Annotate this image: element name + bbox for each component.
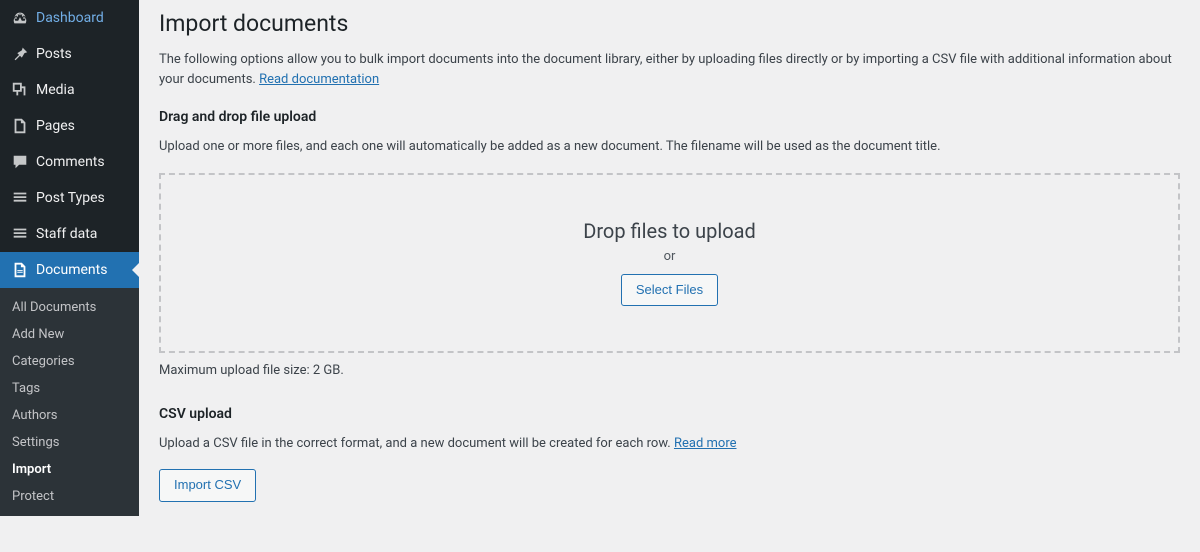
sidebar-item-post-tables[interactable]: Post Tables (0, 516, 139, 552)
submenu-import[interactable]: Import (0, 456, 139, 483)
submenu-add-new[interactable]: Add New (0, 321, 139, 348)
comment-icon (10, 152, 30, 172)
submenu-authors[interactable]: Authors (0, 402, 139, 429)
dashboard-icon (10, 8, 30, 28)
sidebar-item-label: Post Types (36, 189, 105, 207)
submenu-categories[interactable]: Categories (0, 348, 139, 375)
media-icon (10, 80, 30, 100)
file-dropzone[interactable]: Drop files to upload or Select Files (159, 173, 1180, 353)
list-icon (10, 224, 30, 244)
page-icon (10, 116, 30, 136)
pin-icon (10, 44, 30, 64)
sidebar-item-label: Staff data (36, 225, 97, 243)
sidebar-item-posts[interactable]: Posts (0, 36, 139, 72)
sidebar-item-label: Comments (36, 153, 105, 171)
dropzone-or-text: or (664, 249, 676, 264)
csv-desc-body: Upload a CSV file in the correct format,… (159, 436, 674, 451)
sidebar-item-label: Documents (36, 261, 107, 279)
sidebar-item-label: Dashboard (36, 9, 104, 27)
intro-text: The following options allow you to bulk … (159, 50, 1180, 89)
page-title: Import documents (159, 10, 1180, 37)
section-drag-drop-title: Drag and drop file upload (159, 109, 1180, 125)
dropzone-title: Drop files to upload (583, 219, 756, 243)
main-content: Import documents The following options a… (139, 0, 1200, 505)
submenu-all-documents[interactable]: All Documents (0, 294, 139, 321)
read-documentation-link[interactable]: Read documentation (259, 72, 379, 87)
sidebar-item-dashboard[interactable]: Dashboard (0, 0, 139, 36)
sidebar-item-staff-data[interactable]: Staff data (0, 216, 139, 252)
active-pointer-icon (132, 262, 140, 278)
submenu-settings[interactable]: Settings (0, 429, 139, 456)
import-csv-button[interactable]: Import CSV (159, 469, 256, 502)
documents-submenu: All Documents Add New Categories Tags Au… (0, 288, 139, 516)
sidebar-item-post-types[interactable]: Post Types (0, 180, 139, 216)
sidebar-item-documents[interactable]: Documents (0, 252, 139, 288)
sidebar-item-pages[interactable]: Pages (0, 108, 139, 144)
select-files-button[interactable]: Select Files (621, 274, 718, 307)
document-icon (10, 260, 30, 280)
sidebar-item-label: Post Tables (36, 525, 109, 543)
section-csv-desc: Upload a CSV file in the correct format,… (159, 434, 1180, 454)
list-icon (10, 188, 30, 208)
sidebar-item-label: Posts (36, 45, 72, 63)
submenu-protect[interactable]: Protect (0, 483, 139, 510)
section-drag-drop-desc: Upload one or more files, and each one w… (159, 137, 1180, 157)
sidebar-item-label: Media (36, 81, 75, 99)
table-icon (10, 524, 30, 544)
submenu-tags[interactable]: Tags (0, 375, 139, 402)
section-csv-title: CSV upload (159, 406, 1180, 422)
admin-sidebar: Dashboard Posts Media Pages Comments Pos… (0, 0, 139, 505)
sidebar-item-label: Pages (36, 117, 75, 135)
sidebar-item-media[interactable]: Media (0, 72, 139, 108)
sidebar-item-comments[interactable]: Comments (0, 144, 139, 180)
max-upload-note: Maximum upload file size: 2 GB. (159, 363, 1180, 378)
read-more-link[interactable]: Read more (674, 436, 737, 451)
